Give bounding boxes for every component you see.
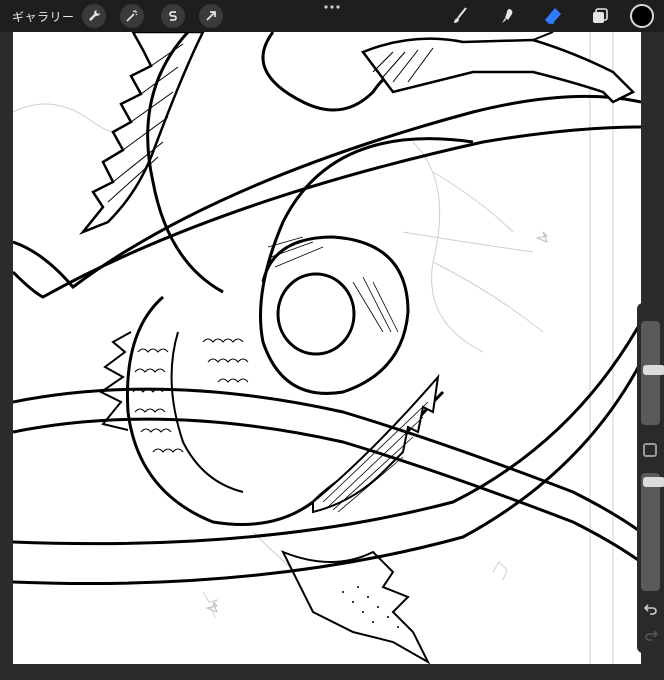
wrench-icon[interactable]	[82, 4, 106, 28]
smudge-icon[interactable]	[495, 4, 519, 28]
transform-arrow-icon[interactable]	[199, 4, 223, 28]
modify-button[interactable]	[643, 443, 657, 457]
gallery-button[interactable]: ギャラリー	[12, 8, 75, 25]
opacity-slider[interactable]	[641, 473, 664, 591]
drawing-canvas[interactable]	[13, 32, 641, 664]
top-toolbar: ギャラリー	[0, 0, 664, 32]
more-options-icon[interactable]	[322, 2, 342, 12]
brush-icon[interactable]	[448, 4, 472, 28]
color-picker-swatch[interactable]	[630, 4, 654, 28]
magic-wand-icon[interactable]	[120, 4, 144, 28]
brush-size-slider[interactable]	[641, 321, 664, 425]
opacity-thumb[interactable]	[643, 477, 664, 487]
bottom-bar	[0, 664, 664, 680]
brush-size-thumb[interactable]	[643, 365, 664, 375]
selection-s-icon[interactable]	[161, 4, 185, 28]
redo-icon[interactable]	[641, 625, 660, 644]
eraser-icon[interactable]	[541, 4, 565, 28]
side-toolbar	[637, 303, 664, 653]
layers-icon[interactable]	[588, 4, 612, 28]
artwork-sea-serpent	[13, 32, 641, 664]
undo-icon[interactable]	[641, 599, 660, 618]
